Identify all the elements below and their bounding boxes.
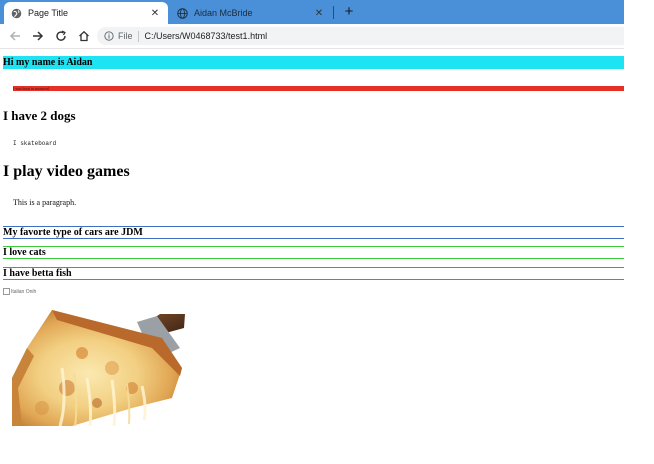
broken-image-alt: Italian Onih [11,288,37,295]
tab-aidan-mcbride[interactable]: Aidan McBride ✕ [170,2,332,24]
reload-icon [56,30,66,41]
tab-strip: Page Title ✕ Aidan McBride ✕ + [0,0,624,24]
forward-button[interactable] [30,28,46,44]
browser-chrome: Page Title ✕ Aidan McBride ✕ + File C:/U… [0,0,624,49]
box-cats: I love cats [3,246,624,259]
red-bar [13,86,624,91]
heading-dogs: I have 2 dogs [3,108,76,123]
tab-close-icon[interactable]: ✕ [148,8,162,19]
home-button[interactable] [76,28,92,44]
info-icon[interactable] [104,31,114,41]
pizza-image [12,310,185,426]
broken-image-icon [3,288,10,295]
heading-games: I play video games [3,163,130,180]
back-arrow-icon [9,31,20,41]
box-cars: My favorte type of cars are JDM [3,226,624,239]
address-bar[interactable]: File C:/Users/W0468733/test1.html [97,27,624,45]
address-separator [137,30,139,42]
home-icon [79,30,89,42]
tab-page-title[interactable]: Page Title ✕ [4,2,168,24]
security-label: File [118,31,133,41]
tab-title: Page Title [28,8,69,18]
small-red-text: I was born in montreal [13,86,50,91]
globe-icon [11,8,22,18]
box-cars-text: My favorte type of cars are JDM [3,227,143,238]
box-fish: I have betta fish [3,267,624,280]
broken-image: Italian Onih [3,288,36,295]
skateboard-text: I skateboard [13,140,57,147]
url-text[interactable]: C:/Users/W0468733/test1.html [145,31,268,41]
heading-aidan: Hi my name is Aidan [3,57,93,68]
box-cats-text: I love cats [3,247,46,258]
box-fish-text: I have betta fish [3,268,72,279]
browser-toolbar: File C:/Users/W0468733/test1.html [0,24,624,49]
back-button[interactable] [7,28,23,44]
heading-highlight-bar [3,56,624,69]
tab-divider [333,6,334,19]
new-tab-button[interactable]: + [342,3,356,21]
globe-icon [177,7,188,19]
tab-title: Aidan McBride [194,8,253,18]
forward-arrow-icon [33,31,44,41]
paragraph: This is a paragraph. [13,198,77,207]
reload-button[interactable] [53,28,69,44]
tab-close-icon[interactable]: ✕ [312,8,326,19]
